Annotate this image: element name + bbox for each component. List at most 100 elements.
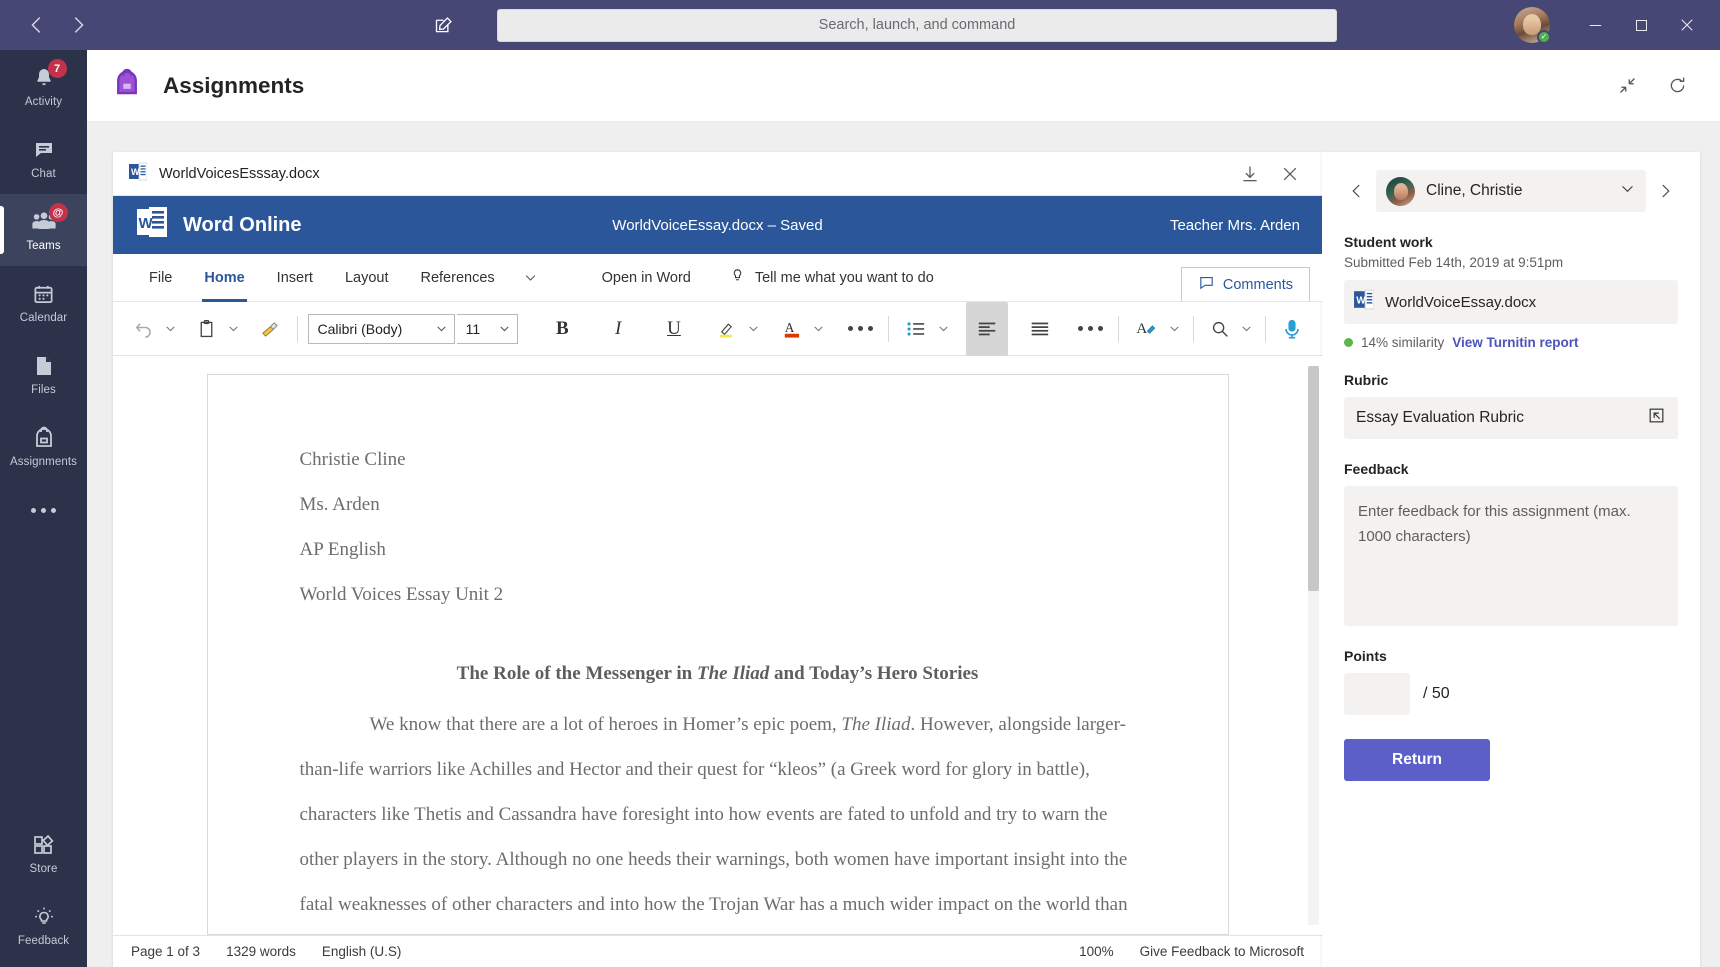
app-header: Assignments <box>87 50 1720 122</box>
underline-button[interactable]: U <box>656 310 692 348</box>
toolbar-separator <box>888 315 890 342</box>
similarity-row: 14% similarity View Turnitin report <box>1344 335 1678 350</box>
close-icon[interactable] <box>1664 0 1710 50</box>
search-dropdown-icon[interactable] <box>1238 322 1255 335</box>
more-apps-button[interactable] <box>0 482 87 538</box>
points-input[interactable] <box>1344 673 1410 715</box>
chevron-down-icon[interactable] <box>511 254 550 302</box>
highlight-icon[interactable] <box>710 310 743 348</box>
sidebar-item-assignments[interactable]: Assignments <box>0 410 87 482</box>
document-page[interactable]: Christie Cline Ms. Arden AP English Worl… <box>206 374 1229 935</box>
ribbon-tab-references[interactable]: References <box>404 254 510 302</box>
grading-panel: Cline, Christie Student work Submitted F… <box>1322 152 1700 967</box>
doc-heading-line: Ms. Arden <box>299 494 380 515</box>
ribbon-tab-home[interactable]: Home <box>188 254 260 302</box>
rubric-selector[interactable]: Essay Evaluation Rubric <box>1344 397 1678 439</box>
backpack-icon <box>113 68 141 103</box>
comments-button[interactable]: Comments <box>1180 267 1310 301</box>
paste-dropdown-icon[interactable] <box>225 322 242 335</box>
chevron-down-icon[interactable] <box>1619 180 1636 202</box>
back-button[interactable] <box>20 8 54 42</box>
ribbon-tab-insert[interactable]: Insert <box>261 254 329 302</box>
bold-button[interactable]: B <box>544 310 580 348</box>
rubric-label: Rubric <box>1344 372 1389 388</box>
open-popout-icon[interactable] <box>1647 406 1666 430</box>
similarity-text: 14% similarity <box>1361 335 1445 350</box>
font-color-icon[interactable]: A <box>776 310 809 348</box>
avatar[interactable] <box>1514 7 1551 44</box>
font-color-dropdown-icon[interactable] <box>810 322 827 335</box>
teams-mention-badge: @ <box>48 203 68 222</box>
collapse-icon[interactable] <box>1610 69 1644 103</box>
open-in-word-button[interactable]: Open in Word <box>586 254 707 302</box>
give-feedback-link[interactable]: Give Feedback to Microsoft <box>1140 944 1304 959</box>
sidebar-item-store[interactable]: Store <box>0 817 87 889</box>
sidebar-item-chat[interactable]: Chat <box>0 122 87 194</box>
refresh-icon[interactable] <box>1660 69 1694 103</box>
search-input[interactable]: Search, launch, and command <box>497 8 1337 42</box>
previous-student-button[interactable] <box>1344 176 1370 206</box>
word-status-bar: Page 1 of 3 1329 words English (U.S) 100… <box>113 935 1322 967</box>
svg-text:W: W <box>131 167 140 177</box>
feedback-input[interactable]: Enter feedback for this assignment (max.… <box>1344 486 1678 626</box>
styles-icon[interactable]: A <box>1129 310 1164 348</box>
more-font-options-icon[interactable] <box>843 310 878 348</box>
student-navigator: Cline, Christie <box>1344 170 1678 212</box>
similarity-status-dot <box>1344 338 1353 347</box>
history-nav <box>0 8 115 42</box>
document-scrollbar[interactable] <box>1308 366 1319 925</box>
doc-title-post: and Today’s Hero Stories <box>769 663 979 684</box>
return-button[interactable]: Return <box>1344 739 1490 781</box>
font-name-value: Calibri (Body) <box>317 320 403 337</box>
font-name-select[interactable]: Calibri (Body) <box>307 313 455 344</box>
student-work-file[interactable]: W WorldVoiceEssay.docx <box>1344 280 1678 324</box>
sidebar-item-teams[interactable]: @ Teams <box>0 194 87 266</box>
maximize-icon[interactable] <box>1618 0 1664 50</box>
close-icon[interactable] <box>1280 164 1300 184</box>
sidebar-item-label: Assignments <box>10 456 77 468</box>
undo-dropdown-icon[interactable] <box>162 322 179 335</box>
sidebar-item-files[interactable]: Files <box>0 338 87 410</box>
student-selector[interactable]: Cline, Christie <box>1376 170 1646 212</box>
doc-title-italic: The Iliad <box>696 663 770 684</box>
points-total: / 50 <box>1423 685 1450 702</box>
format-painter-icon[interactable] <box>254 310 287 348</box>
bullets-icon[interactable] <box>899 310 933 348</box>
forward-button[interactable] <box>61 8 95 42</box>
bell-icon: 7 <box>32 59 67 92</box>
align-justify-button[interactable] <box>1022 310 1058 348</box>
doc-heading-line: World Voices Essay Unit 2 <box>299 584 504 605</box>
chat-icon <box>32 136 56 164</box>
tell-me-search[interactable]: Tell me what you want to do <box>729 266 934 289</box>
italic-button[interactable]: I <box>600 310 636 348</box>
compose-icon[interactable] <box>425 7 461 43</box>
submitted-timestamp: Submitted Feb 14th, 2019 at 9:51pm <box>1344 255 1564 270</box>
toolbar-separator <box>296 315 298 342</box>
toolbar-separator <box>1265 315 1267 342</box>
more-paragraph-options-icon[interactable] <box>1074 310 1109 348</box>
sidebar-item-calendar[interactable]: Calendar <box>0 266 87 338</box>
download-icon[interactable] <box>1240 164 1260 184</box>
zoom-level[interactable]: 100% <box>1079 944 1114 959</box>
ribbon-tab-file[interactable]: File <box>133 254 188 302</box>
undo-icon[interactable] <box>127 310 160 348</box>
dictate-icon[interactable] <box>1276 310 1308 348</box>
paste-icon[interactable] <box>191 310 223 348</box>
font-size-select[interactable]: 11 <box>456 313 519 344</box>
styles-dropdown-icon[interactable] <box>1166 322 1183 335</box>
ribbon-tab-layout[interactable]: Layout <box>329 254 405 302</box>
minimize-icon[interactable] <box>1572 0 1618 50</box>
bullets-dropdown-icon[interactable] <box>935 322 952 335</box>
align-left-button[interactable] <box>965 301 1008 356</box>
files-icon <box>33 352 55 380</box>
sidebar-item-label: Chat <box>31 168 56 180</box>
sidebar-item-activity[interactable]: 7 Activity <box>0 50 87 122</box>
next-student-button[interactable] <box>1652 176 1678 206</box>
language-indicator[interactable]: English (U.S) <box>322 944 402 959</box>
document-tab-bar: W WorldVoicesEsssay.docx <box>113 152 1322 196</box>
view-turnitin-report-link[interactable]: View Turnitin report <box>1452 335 1578 350</box>
highlight-dropdown-icon[interactable] <box>745 322 762 335</box>
document-scroll-thumb[interactable] <box>1308 366 1319 591</box>
sidebar-item-feedback[interactable]: Feedback <box>0 889 87 961</box>
search-icon[interactable] <box>1204 310 1236 348</box>
